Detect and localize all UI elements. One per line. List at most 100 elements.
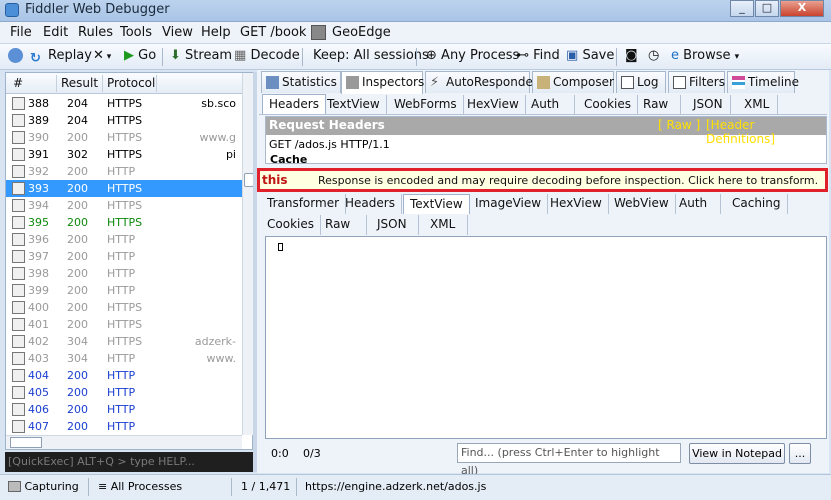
remove-button[interactable]: ✕ ▾ <box>93 48 111 63</box>
tab-log[interactable]: Log <box>616 71 666 93</box>
stream-button[interactable]: ⬇ Stream <box>170 48 232 63</box>
table-row[interactable]: 398 200 HTTP <box>6 265 242 282</box>
table-row[interactable]: 389 204 HTTPS <box>6 112 242 129</box>
view-in-notepad-button[interactable]: View in Notepad <box>689 443 785 464</box>
table-row[interactable]: 390 200 HTTPS www.g <box>6 129 242 146</box>
table-row[interactable]: 400 200 HTTPS <box>6 299 242 316</box>
menu-tools[interactable]: Tools <box>120 25 152 40</box>
any-process-button[interactable]: ⊕ Any Process <box>426 48 519 63</box>
timer-button[interactable]: ◷ <box>648 48 659 63</box>
req-tab-textview[interactable]: TextView <box>321 95 387 115</box>
menu-edit[interactable]: Edit <box>43 25 68 40</box>
horizontal-scrollbar[interactable] <box>6 435 242 449</box>
table-row[interactable]: 396 200 HTTP <box>6 231 242 248</box>
table-row[interactable]: 406 200 HTTP <box>6 401 242 418</box>
session-result: 200 <box>67 267 88 280</box>
find-button[interactable]: ⊷ Find <box>516 48 560 63</box>
header-group-cache[interactable]: Cache <box>270 153 307 166</box>
column-number[interactable]: # <box>13 76 23 90</box>
response-textview[interactable] <box>265 236 827 439</box>
table-row[interactable]: 392 200 HTTP <box>6 163 242 180</box>
tab-inspectors[interactable]: Inspectors <box>341 71 424 94</box>
resp-tab-imageview[interactable]: ImageView <box>469 194 549 214</box>
info-icon <box>12 114 25 127</box>
capturing-toggle[interactable]: Capturing <box>8 480 79 493</box>
table-row[interactable]: 402 304 HTTPS adzerk-www. <box>6 333 242 365</box>
table-row[interactable]: 403 304 HTTP <box>6 350 242 367</box>
more-options-button[interactable]: ... <box>789 443 811 464</box>
table-row[interactable]: 391 302 HTTPS pi <box>6 146 242 163</box>
resp-tab-webview[interactable]: WebView <box>608 194 676 214</box>
scrollbar-thumb[interactable] <box>10 437 42 448</box>
table-row[interactable]: 401 200 HTTPS <box>6 316 242 333</box>
menu-get-book[interactable]: GET /book <box>240 25 306 40</box>
js-icon <box>12 182 25 195</box>
replay-button[interactable]: ↻ Replay <box>30 48 92 66</box>
table-row[interactable]: 405 200 HTTP <box>6 384 242 401</box>
req-tab-json[interactable]: JSON <box>687 95 731 115</box>
geoedge-icon <box>311 25 326 40</box>
menu-file[interactable]: File <box>10 25 32 40</box>
tab-filters[interactable]: Filters <box>668 71 725 93</box>
resp-tab-json[interactable]: JSON <box>371 215 419 235</box>
session-host: www.g <box>199 131 236 144</box>
resp-tab-caching[interactable]: Caching <box>726 194 788 214</box>
resp-tab-hexview[interactable]: HexView <box>544 194 609 214</box>
tab-composer[interactable]: Composer <box>532 71 614 93</box>
info-icon <box>12 97 25 110</box>
column-result[interactable]: Result <box>61 76 98 90</box>
resp-tab-xml[interactable]: XML <box>424 215 468 235</box>
table-row[interactable]: 393 200 HTTPS <box>6 180 242 197</box>
menu-geoedge[interactable]: GeoEdge <box>332 25 391 40</box>
session-number: 395 <box>28 216 49 229</box>
quickexec-input[interactable]: [QuickExec] ALT+Q > type HELP... <box>5 452 253 472</box>
menu-help[interactable]: Help <box>201 25 231 40</box>
notice-message[interactable]: Response is encoded and may require deco… <box>318 174 818 187</box>
tab-autoresponder[interactable]: ⚡ AutoResponder <box>425 71 538 93</box>
close-button[interactable]: X <box>780 0 824 17</box>
req-tab-hexview[interactable]: HexView <box>461 95 526 115</box>
browse-button[interactable]: e Browse ▾ <box>671 48 739 63</box>
table-row[interactable]: 394 200 HTTPS <box>6 197 242 214</box>
find-input[interactable]: Find... (press Ctrl+Enter to highlight a… <box>457 443 681 477</box>
status-divider <box>231 478 232 496</box>
maximize-button[interactable]: □ <box>755 0 779 17</box>
comment-button[interactable] <box>8 48 26 64</box>
encoding-notice[interactable]: this Response is encoded and may require… <box>257 168 828 192</box>
session-result: 304 <box>67 352 88 365</box>
session-result: 200 <box>67 199 88 212</box>
tab-timeline[interactable]: Timeline <box>727 71 799 93</box>
resp-tab-headers[interactable]: Headers <box>339 194 402 214</box>
table-row[interactable]: 388 204 HTTPS sb.sco <box>6 95 242 112</box>
header-definitions-link[interactable]: [Header Definitions] <box>706 118 826 146</box>
req-tab-cookies[interactable]: Cookies <box>578 95 638 115</box>
req-tab-raw[interactable]: Raw <box>637 95 681 115</box>
table-row[interactable]: 404 200 HTTP <box>6 367 242 384</box>
resp-tab-raw[interactable]: Raw <box>319 215 367 235</box>
resp-tab-auth[interactable]: Auth <box>673 194 721 214</box>
table-row[interactable]: 399 200 HTTP <box>6 282 242 299</box>
menu-rules[interactable]: Rules <box>78 25 113 40</box>
table-row[interactable]: 407 200 HTTP <box>6 418 242 435</box>
tab-statistics[interactable]: Statistics <box>261 71 341 93</box>
go-button[interactable]: ▶ Go <box>124 48 156 63</box>
resp-tab-cookies[interactable]: Cookies <box>261 215 321 235</box>
resp-tab-textview[interactable]: TextView <box>403 194 470 214</box>
req-tab-webforms[interactable]: WebForms <box>388 95 464 115</box>
decode-button[interactable]: ▦ Decode <box>234 48 300 63</box>
table-row[interactable]: 395 200 HTTPS <box>6 214 242 231</box>
keep-sessions-dropdown[interactable]: Keep: All sessions <box>313 48 429 63</box>
req-tab-auth[interactable]: Auth <box>525 95 575 115</box>
session-result: 200 <box>67 318 88 331</box>
screenshot-button[interactable]: ◙ <box>625 48 638 63</box>
menu-view[interactable]: View <box>162 25 193 40</box>
minimize-button[interactable]: _ <box>730 0 754 17</box>
save-button[interactable]: ▣ Save <box>566 48 614 63</box>
req-tab-xml[interactable]: XML <box>738 95 778 115</box>
req-tab-headers[interactable]: Headers <box>262 94 326 114</box>
resp-tab-transformer[interactable]: Transformer <box>261 194 347 214</box>
table-row[interactable]: 397 200 HTTP <box>6 248 242 265</box>
column-protocol[interactable]: Protocol <box>107 76 155 90</box>
raw-link[interactable]: [ Raw ] <box>658 118 700 132</box>
process-filter[interactable]: ≡ All Processes <box>98 480 182 493</box>
